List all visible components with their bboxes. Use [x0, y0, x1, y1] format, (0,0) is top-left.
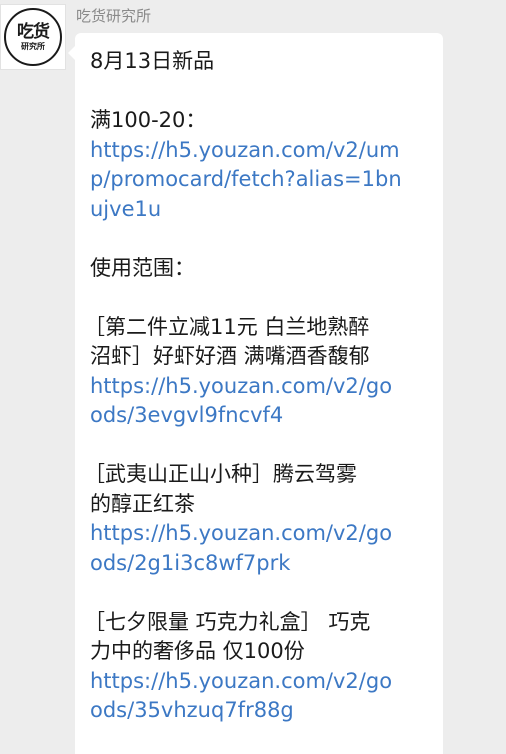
avatar-logo-text: 吃货 — [17, 21, 50, 42]
scope-block: 使用范围： — [90, 254, 427, 284]
product-title-line: 的醇正红茶 — [90, 491, 195, 516]
product-title-line: ［七夕限量 巧克力礼盒］ 巧克 — [84, 609, 371, 634]
promo-label: 满100-20： — [90, 108, 207, 132]
product-link-line[interactable]: https://h5.youzan.com/v2/go — [90, 519, 427, 549]
product-item: ［武夷山正山小种］腾云驾雾 的醇正红茶 https://h5.youzan.co… — [84, 460, 427, 579]
promo-link-line[interactable]: https://h5.youzan.com/v2/um — [90, 136, 427, 166]
promo-link-line[interactable]: p/promocard/fetch?alias=1bn — [90, 165, 427, 195]
product-link-line[interactable]: https://h5.youzan.com/v2/go — [90, 372, 427, 402]
product-title-line: ［武夷山正山小种］腾云驾雾 — [84, 462, 357, 486]
chihuo-logo-icon: 吃货 研究所 — [4, 8, 62, 66]
product-link-line[interactable]: ods/2g1i3c8wf7prk — [90, 549, 427, 579]
chat-view: 吃货 研究所 吃货研究所 8月13日新品 满100-20： https://h5… — [0, 0, 506, 754]
promo-link-line[interactable]: ujve1u — [90, 195, 427, 225]
product-link-line[interactable]: https://h5.youzan.com/v2/go — [90, 667, 427, 697]
promo-block: 满100-20： https://h5.youzan.com/v2/um p/p… — [90, 106, 427, 224]
product-link-line[interactable]: ods/3evgvl9fncvf4 — [90, 401, 427, 431]
product-title-line: 沼虾］好虾好酒 满嘴酒香馥郁 — [90, 344, 370, 368]
sender-name: 吃货研究所 — [76, 7, 152, 25]
avatar-logo-subtext: 研究所 — [21, 41, 45, 51]
product-item: ［第二件立减11元 白兰地熟醉 沼虾］好虾好酒 满嘴酒香馥郁 https://h… — [84, 313, 427, 431]
product-title-line: 力中的奢侈品 仅100份 — [90, 639, 305, 663]
message-bubble[interactable]: 8月13日新品 满100-20： https://h5.youzan.com/v… — [68, 33, 443, 754]
sender-avatar[interactable]: 吃货 研究所 — [0, 4, 66, 70]
message-title: 8月13日新品 — [90, 49, 215, 73]
product-link-line[interactable]: ods/35vhzuq7fr88g — [90, 696, 427, 726]
product-title-line: ［第二件立减11元 白兰地熟醉 — [84, 314, 370, 339]
product-item: ［七夕限量 巧克力礼盒］ 巧克 力中的奢侈品 仅100份 https://h5.… — [84, 608, 427, 726]
message-title-block: 8月13日新品 — [90, 47, 427, 77]
scope-label: 使用范围： — [90, 255, 195, 280]
